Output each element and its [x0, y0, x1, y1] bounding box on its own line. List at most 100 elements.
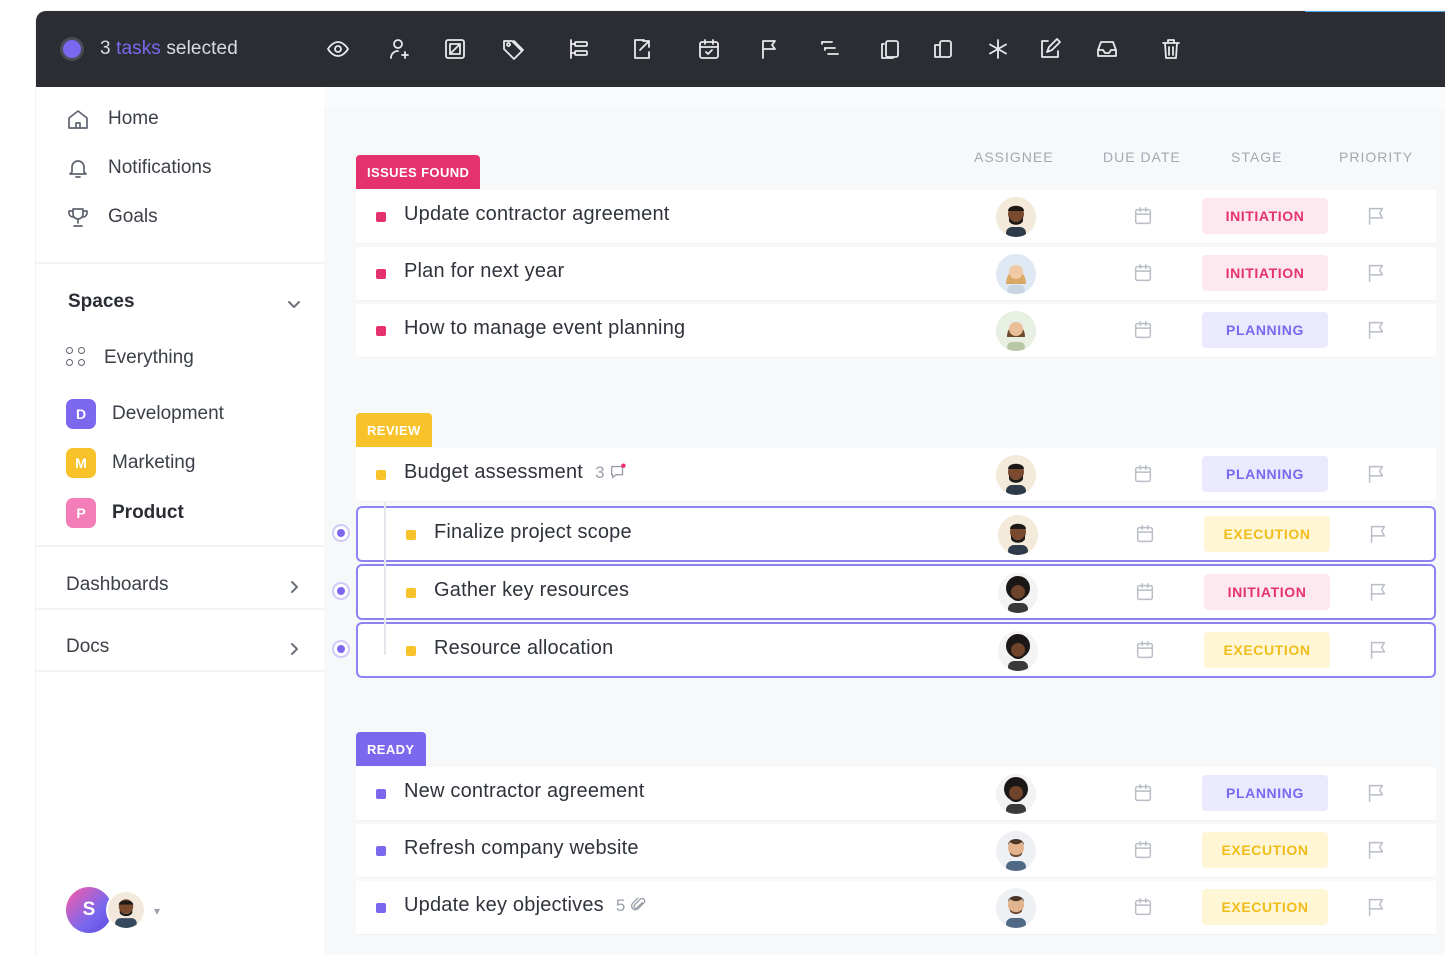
column-header-priority[interactable]: PRIORITY — [1339, 149, 1413, 165]
stage-badge[interactable]: INITIATION — [1202, 198, 1328, 234]
group-status-tag[interactable]: READY — [356, 732, 426, 766]
export-icon[interactable] — [628, 35, 656, 63]
task-title[interactable]: Finalize project scope — [434, 521, 632, 544]
task-meta-count[interactable]: 5 — [616, 896, 648, 915]
status-square-icon[interactable] — [376, 269, 386, 279]
man-beard-avatar[interactable] — [996, 455, 1036, 495]
task-row[interactable]: New contractor agreement PLANNING — [356, 767, 1436, 821]
sidebar-item-home[interactable]: Home — [66, 107, 159, 131]
group-status-tag[interactable]: REVIEW — [356, 413, 432, 447]
column-header-stage[interactable]: STAGE — [1231, 149, 1282, 165]
status-square-icon[interactable] — [376, 326, 386, 336]
priority-flag-icon[interactable] — [1365, 839, 1389, 863]
chevron-right-icon[interactable] — [286, 579, 302, 595]
eye-icon[interactable] — [324, 35, 352, 63]
curly-hair-avatar[interactable] — [998, 573, 1038, 613]
task-row[interactable]: Finalize project scope EXECUTION — [356, 506, 1436, 562]
woman-avatar[interactable] — [996, 311, 1036, 351]
asterisk-icon[interactable] — [984, 35, 1012, 63]
priority-flag-icon[interactable] — [1365, 319, 1389, 343]
chevron-right-icon[interactable] — [286, 641, 302, 657]
task-row[interactable]: How to manage event planning PLANNING — [356, 304, 1436, 358]
task-title[interactable]: Gather key resources — [434, 579, 629, 602]
due-date-calendar-icon[interactable] — [1132, 463, 1156, 487]
group-status-tag[interactable]: ISSUES FOUND — [356, 155, 481, 189]
task-row[interactable]: Gather key resources INITIATION — [356, 564, 1436, 620]
priority-flag-icon[interactable] — [1365, 262, 1389, 286]
flag-icon[interactable] — [756, 35, 784, 63]
due-date-calendar-icon[interactable] — [1132, 782, 1156, 806]
priority-flag-icon[interactable] — [1365, 463, 1389, 487]
status-square-icon[interactable] — [406, 530, 416, 540]
due-date-calendar-icon[interactable] — [1132, 205, 1156, 229]
priority-flag-icon[interactable] — [1365, 896, 1389, 920]
edit-icon[interactable] — [1036, 35, 1064, 63]
status-square-icon[interactable] — [376, 903, 386, 913]
sidebar-item-product[interactable]: P Product — [66, 498, 184, 528]
task-row[interactable]: Update key objectives 5 EXECUTION — [356, 881, 1436, 935]
chevron-down-icon[interactable] — [286, 296, 302, 312]
stage-badge[interactable]: PLANNING — [1202, 775, 1328, 811]
due-date-calendar-icon[interactable] — [1134, 523, 1158, 547]
task-title[interactable]: Resource allocation — [434, 637, 613, 660]
priority-flag-icon[interactable] — [1367, 523, 1391, 547]
man-beard-avatar[interactable] — [998, 515, 1038, 555]
status-square-icon[interactable] — [376, 789, 386, 799]
duplicate-icon[interactable] — [929, 35, 957, 63]
stage-badge[interactable]: PLANNING — [1202, 312, 1328, 348]
task-meta-count[interactable]: 3 — [595, 463, 627, 482]
due-date-calendar-icon[interactable] — [1132, 262, 1156, 286]
due-date-calendar-icon[interactable] — [1132, 839, 1156, 863]
selection-word[interactable]: tasks — [116, 38, 161, 59]
sidebar-item-dashboards[interactable]: Dashboards — [66, 574, 168, 596]
sidebar-item-goals[interactable]: Goals — [66, 205, 158, 229]
man-beard-avatar[interactable] — [996, 197, 1036, 237]
sidebar-item-development[interactable]: D Development — [66, 399, 224, 429]
task-title[interactable]: Update contractor agreement — [404, 203, 670, 226]
list-icon[interactable] — [564, 35, 592, 63]
spaces-heading[interactable]: Spaces — [68, 291, 135, 313]
row-select-checkbox[interactable] — [332, 524, 350, 542]
woman-blonde-avatar[interactable] — [996, 254, 1036, 294]
curly-hair-avatar[interactable] — [996, 774, 1036, 814]
stage-badge[interactable]: INITIATION — [1204, 574, 1330, 610]
task-title[interactable]: New contractor agreement — [404, 780, 644, 803]
image-icon[interactable] — [441, 35, 469, 63]
sidebar-item-everything[interactable]: Everything — [66, 347, 194, 369]
row-select-checkbox[interactable] — [332, 582, 350, 600]
selection-indicator[interactable] — [63, 40, 81, 58]
stage-badge[interactable]: PLANNING — [1202, 456, 1328, 492]
task-title[interactable]: How to manage event planning — [404, 317, 685, 340]
curly-hair-avatar[interactable] — [998, 631, 1038, 671]
column-header-assignee[interactable]: ASSIGNEE — [974, 149, 1054, 165]
stage-badge[interactable]: EXECUTION — [1204, 632, 1330, 668]
task-title[interactable]: Update key objectives 5 — [404, 894, 648, 917]
sidebar-item-notifications[interactable]: Notifications — [66, 156, 212, 180]
trash-icon[interactable] — [1157, 35, 1185, 63]
priority-flag-icon[interactable] — [1367, 639, 1391, 663]
column-header-due-date[interactable]: DUE DATE — [1103, 149, 1181, 165]
subtask-icon[interactable] — [816, 35, 844, 63]
stage-badge[interactable]: EXECUTION — [1204, 516, 1330, 552]
status-square-icon[interactable] — [376, 846, 386, 856]
task-title[interactable]: Plan for next year — [404, 260, 564, 283]
status-square-icon[interactable] — [406, 646, 416, 656]
inbox-icon[interactable] — [1093, 35, 1121, 63]
task-row[interactable]: Plan for next year INITIATION — [356, 247, 1436, 301]
status-square-icon[interactable] — [376, 470, 386, 480]
task-row[interactable]: Update contractor agreement INITIATION — [356, 190, 1436, 244]
status-square-icon[interactable] — [406, 588, 416, 598]
priority-flag-icon[interactable] — [1367, 581, 1391, 605]
stage-badge[interactable]: INITIATION — [1202, 255, 1328, 291]
task-row[interactable]: Refresh company website EXECUTION — [356, 824, 1436, 878]
due-date-calendar-icon[interactable] — [1134, 639, 1158, 663]
row-select-checkbox[interactable] — [332, 640, 350, 658]
copy-icon[interactable] — [876, 35, 904, 63]
task-row[interactable]: Resource allocation EXECUTION — [356, 622, 1436, 678]
task-row[interactable]: Budget assessment 3 PLANNING — [356, 448, 1436, 502]
due-date-calendar-icon[interactable] — [1134, 581, 1158, 605]
stage-badge[interactable]: EXECUTION — [1202, 832, 1328, 868]
due-date-calendar-icon[interactable] — [1132, 319, 1156, 343]
task-title[interactable]: Budget assessment 3 — [404, 461, 627, 484]
task-title[interactable]: Refresh company website — [404, 837, 639, 860]
